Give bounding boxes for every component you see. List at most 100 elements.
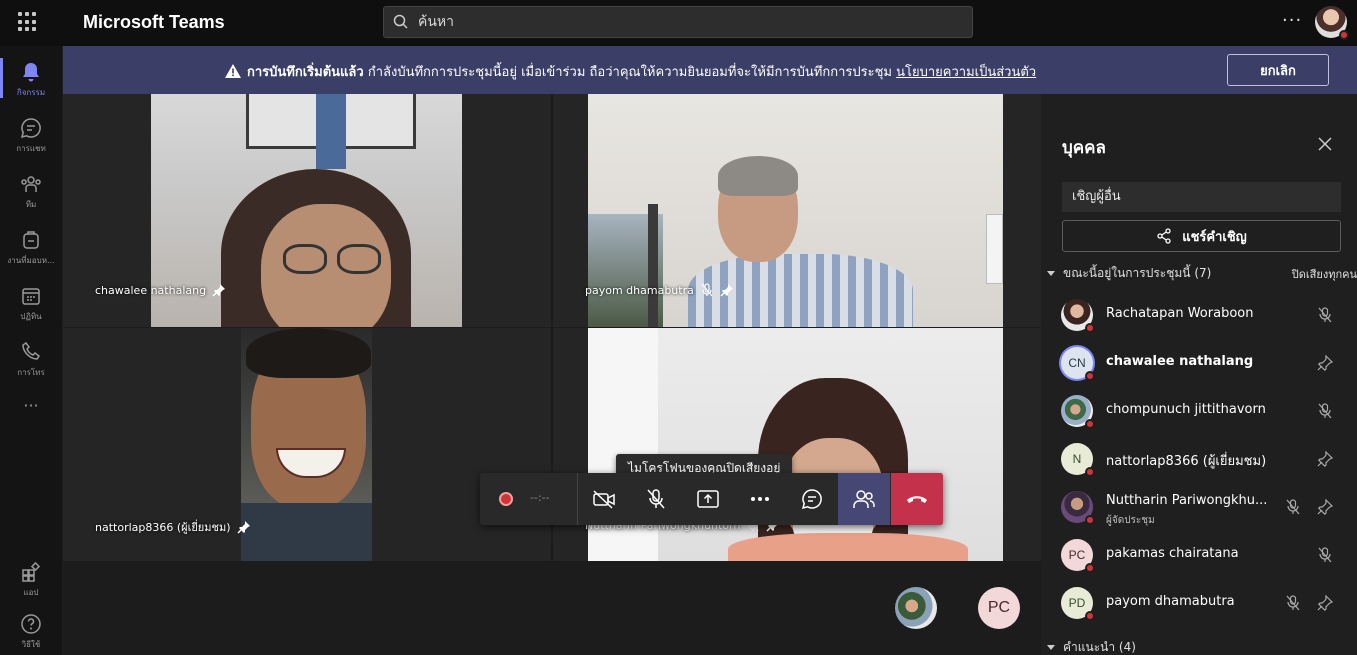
rail-item-chat[interactable]: การแชท <box>0 108 62 164</box>
presence-busy-icon <box>1085 563 1095 573</box>
participant-name: nattorlap8366 (ผู้เยี่ยมชม) <box>95 521 231 534</box>
meeting-chat-button[interactable] <box>786 473 838 525</box>
presence-busy-icon <box>1085 467 1095 477</box>
more-apps-icon[interactable]: ··· <box>0 396 62 415</box>
banner-message: การบันทึกเริ่มต้นแล้ว กำลังบันทึกการประช… <box>225 61 1036 82</box>
mute-all-button[interactable]: ปิดเสียงทุกคน <box>1292 265 1357 283</box>
search-icon <box>393 14 408 29</box>
in-meeting-label: ขณะนี้อยู่ในการประชุมนี้ (7) <box>1063 265 1212 280</box>
participant-avatar[interactable] <box>895 587 937 629</box>
participant-row[interactable]: chompunuch jittithavorn <box>1041 389 1357 437</box>
participant-name: chompunuch jittithavorn <box>1106 402 1266 417</box>
participant-row[interactable]: PC pakamas chairatana <box>1041 533 1357 581</box>
calendar-icon <box>22 288 40 305</box>
mic-toggle-button[interactable] <box>630 473 682 525</box>
avatar-initials: PC <box>1068 548 1086 562</box>
presence-busy-icon <box>1085 323 1095 333</box>
rail-item-help[interactable]: วิธีใช้ <box>0 604 62 655</box>
assignments-icon <box>23 231 39 249</box>
cancel-button[interactable]: ยกเลิก <box>1227 54 1329 86</box>
show-participants-button[interactable] <box>838 473 890 525</box>
rail-item-assignments[interactable]: งานที่มอบห... <box>0 220 62 276</box>
pin-icon[interactable] <box>1316 594 1334 612</box>
presence-busy-icon <box>1085 371 1095 381</box>
participant-name: chawalee nathalang <box>1106 354 1254 369</box>
recording-banner: การบันทึกเริ่มต้นแล้ว กำลังบันทึกการประช… <box>63 46 1357 94</box>
people-icon <box>853 490 875 508</box>
camera-off-icon <box>593 490 615 509</box>
video-tile[interactable]: chawalee nathalang <box>63 94 551 327</box>
chevron-down-icon <box>1047 644 1055 650</box>
mic-off-icon <box>701 283 713 297</box>
search-box[interactable] <box>383 6 973 38</box>
avatar <box>1061 491 1095 525</box>
avatar: PD <box>1061 587 1095 621</box>
profile-avatar[interactable] <box>1315 6 1349 40</box>
rail-item-calls[interactable]: การโทร <box>0 332 62 388</box>
more-icon <box>751 497 769 501</box>
chevron-down-icon <box>1047 270 1055 276</box>
app-title: Microsoft Teams <box>83 12 225 32</box>
participant-row[interactable]: Rachatapan Woraboon <box>1041 293 1357 341</box>
camera-toggle-button[interactable] <box>578 473 630 525</box>
rail-item-teams[interactable]: ทีม <box>0 164 62 220</box>
presence-busy-icon <box>1339 30 1349 40</box>
rail-item-apps[interactable]: แอป <box>0 552 62 608</box>
rail-item-calendar[interactable]: ปฏิทิน <box>0 276 62 332</box>
presence-busy-icon <box>1085 611 1095 621</box>
mic-off-icon <box>1286 595 1300 611</box>
hang-up-button[interactable] <box>891 473 943 525</box>
participant-row[interactable]: Nuttharin Pariwongkhu... ผู้จัดประชุม <box>1041 485 1357 533</box>
pin-icon[interactable] <box>1316 354 1334 372</box>
participant-video <box>241 328 372 561</box>
pin-icon[interactable] <box>212 283 226 297</box>
avatar <box>1061 299 1095 333</box>
participant-name-label: payom dhamabutra <box>585 283 734 297</box>
participant-name: chawalee nathalang <box>95 283 207 297</box>
avatar-initials: N <box>1072 452 1082 466</box>
participant-row[interactable]: N nattorlap8366 (ผู้เยี่ยมชม) <box>1041 437 1357 485</box>
mic-off-icon <box>1318 307 1332 323</box>
rail-item-activity[interactable]: กิจกรรม <box>0 52 62 108</box>
app-launcher-icon[interactable] <box>18 12 38 32</box>
avatar: CN <box>1061 347 1095 381</box>
more-options-icon[interactable]: ··· <box>1282 10 1302 31</box>
close-icon[interactable] <box>1317 136 1333 152</box>
participant-row[interactable]: PD payom dhamabutra <box>1041 581 1357 629</box>
suggestions-section-header[interactable]: คำแนะนำ (4) <box>1047 637 1347 655</box>
hang-up-icon <box>907 496 927 503</box>
participant-row[interactable]: CN chawalee nathalang <box>1041 341 1357 389</box>
mic-off-icon <box>1318 547 1332 563</box>
participant-name: payom dhamabutra <box>1106 594 1235 609</box>
participant-name: Nuttharin Pariwongkhu... <box>1106 493 1268 508</box>
share-screen-button[interactable] <box>682 473 734 525</box>
pin-icon[interactable] <box>1316 450 1334 468</box>
video-tile[interactable]: Nuttharin Pariwongkhuntorn <box>553 328 1041 561</box>
video-tile[interactable]: payom dhamabutra <box>553 94 1041 327</box>
presence-busy-icon <box>1085 515 1095 525</box>
avatar-initials: CN <box>1068 356 1086 370</box>
record-icon <box>499 492 513 506</box>
chat-icon <box>20 118 41 139</box>
in-meeting-section-header[interactable]: ขณะนี้อยู่ในการประชุมนี้ (7) ปิดเสียงทุก… <box>1047 263 1357 283</box>
rail-item-label: ปฏิทิน <box>20 312 42 321</box>
video-tile[interactable]: nattorlap8366 (ผู้เยี่ยมชม) <box>63 328 551 561</box>
privacy-policy-link[interactable]: นโยบายความเป็นส่วนตัว <box>896 65 1036 80</box>
rail-item-label: การโทร <box>17 368 45 377</box>
pin-icon[interactable] <box>236 520 251 534</box>
teams-window: Microsoft Teams ··· กิจกรรม การแชท ทีม ง… <box>0 0 1357 655</box>
participant-name-label: chawalee nathalang <box>95 283 226 297</box>
more-actions-button[interactable] <box>734 473 786 525</box>
teams-icon <box>21 176 41 192</box>
search-input[interactable] <box>418 10 958 34</box>
invite-input[interactable] <box>1062 182 1341 212</box>
rail-item-label: กิจกรรม <box>16 88 46 97</box>
share-invite-button[interactable]: แชร์คำเชิญ <box>1062 220 1341 252</box>
suggestions-label: คำแนะนำ (4) <box>1063 639 1136 654</box>
participant-avatar[interactable]: PC <box>978 587 1020 629</box>
pin-icon[interactable] <box>720 283 734 297</box>
share-tray-icon <box>697 490 719 508</box>
avatar-initials: PD <box>1068 596 1086 610</box>
app-rail: กิจกรรม การแชท ทีม งานที่มอบห... ปฏิทิน … <box>0 46 62 655</box>
pin-icon[interactable] <box>1316 498 1334 516</box>
